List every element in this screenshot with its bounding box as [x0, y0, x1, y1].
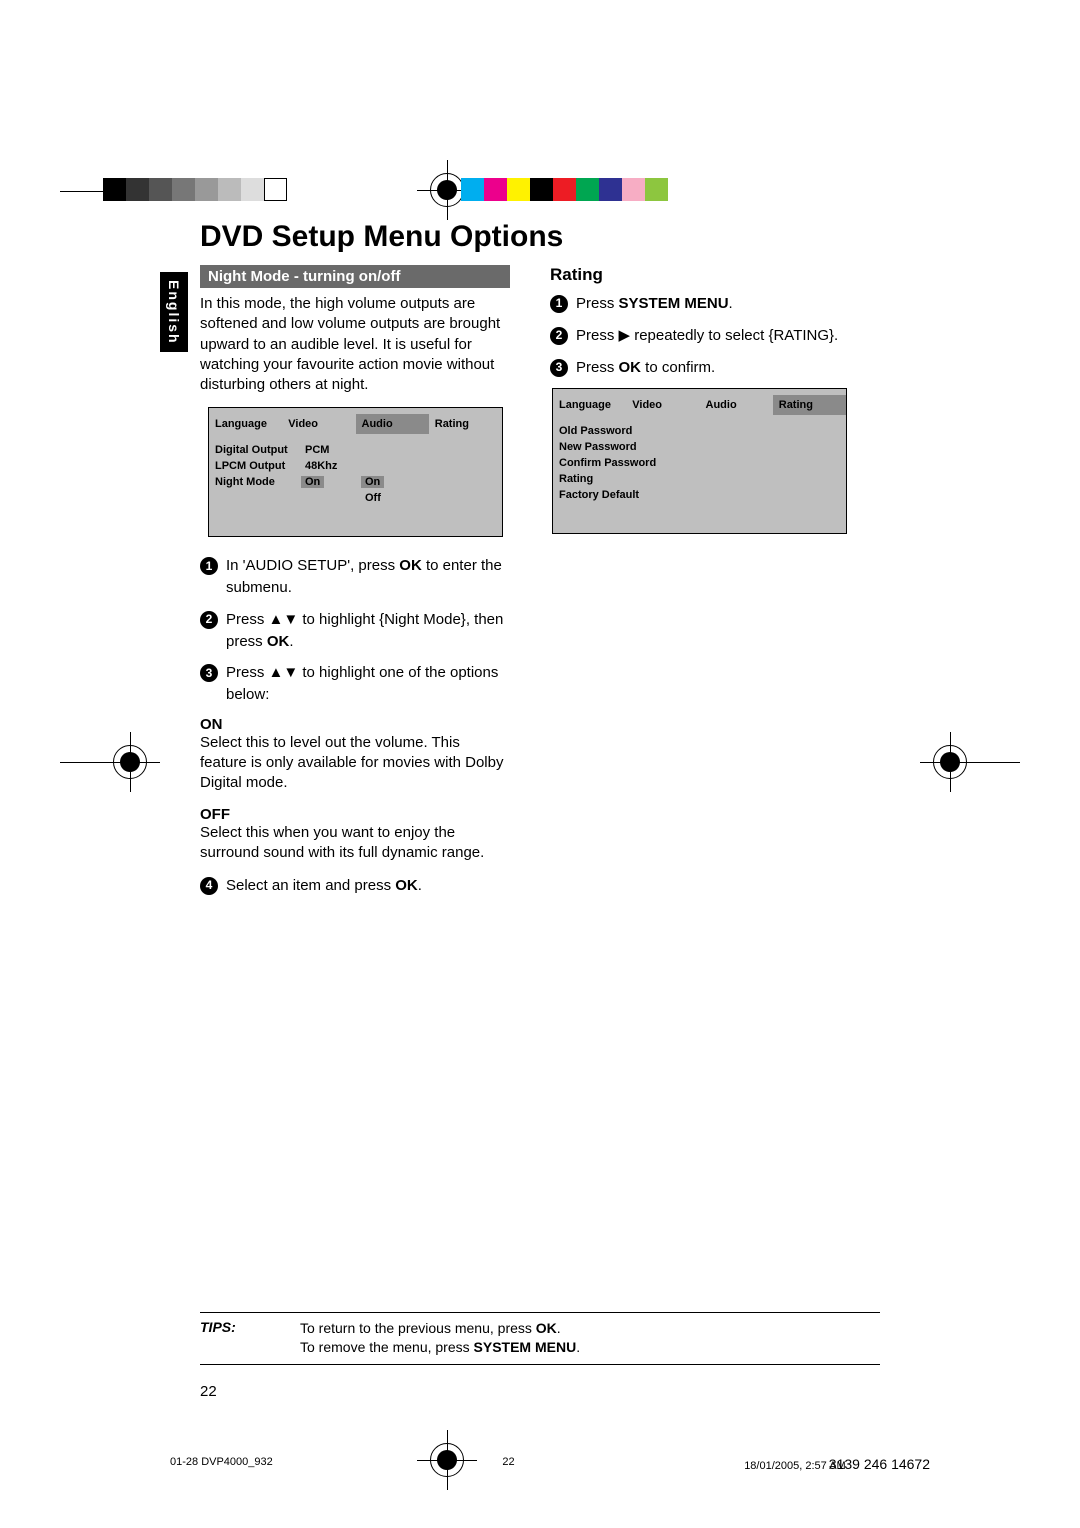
menu-item-label: New Password	[559, 441, 637, 453]
step-number-icon: 2	[550, 327, 568, 345]
step-text: Press ▶ repeatedly to select {RATING}.	[576, 327, 838, 344]
step-number-icon: 4	[200, 877, 218, 895]
step-text: .	[729, 295, 733, 312]
tips-label: TIPS:	[200, 1319, 300, 1358]
menu-tab-highlighted: Audio	[356, 414, 429, 434]
right-steps: 1 Press SYSTEM MENU. 2 Press ▶ repeatedl…	[550, 293, 870, 378]
crop-mark	[970, 762, 1020, 763]
menu-item-value-highlighted: On	[301, 476, 324, 488]
menu-item-label: Confirm Password	[559, 457, 656, 469]
menu-tab: Rating	[429, 414, 502, 434]
step-item: 1 Press SYSTEM MENU.	[550, 293, 870, 315]
step-bold: OK	[395, 877, 418, 894]
tips-text: .	[576, 1339, 580, 1355]
step-bold: SYSTEM MENU	[619, 295, 729, 312]
section-bar-night-mode: Night Mode - turning on/off	[200, 265, 510, 288]
page-title: DVD Setup Menu Options	[200, 220, 563, 254]
menu-tab: Video	[626, 395, 699, 415]
step-text: to confirm.	[641, 359, 715, 376]
step-item: 4 Select an item and press OK.	[200, 875, 510, 897]
step-bold: OK	[399, 557, 422, 574]
footer-info: 01-28 DVP4000_932 22 18/01/2005, 2:57 AM…	[170, 1456, 930, 1472]
step-text: Select an item and press	[226, 877, 395, 894]
option-on-text: Select this to level out the volume. Thi…	[200, 733, 510, 794]
registration-mark-icon	[113, 745, 147, 779]
menu-item-label: Old Password	[559, 425, 632, 437]
menu-item-label: Factory Default	[559, 489, 639, 501]
step-text: .	[289, 633, 293, 650]
option-off-label: OFF	[200, 806, 510, 823]
step-bold: OK	[619, 359, 642, 376]
grayscale-colorbar	[103, 178, 287, 201]
color-colorbar	[461, 178, 668, 201]
step-bold: OK	[267, 633, 290, 650]
step-item: 1 In 'AUDIO SETUP', press OK to enter th…	[200, 555, 510, 599]
step-text: .	[418, 877, 422, 894]
page-number: 22	[200, 1383, 217, 1400]
step-number-icon: 3	[550, 359, 568, 377]
tips-bold: OK	[536, 1320, 557, 1336]
step-item: 2 Press ▲▼ to highlight {Night Mode}, th…	[200, 609, 510, 653]
option-off-text: Select this when you want to enjoy the s…	[200, 823, 510, 864]
step-number-icon: 3	[200, 664, 218, 682]
footer-file: 01-28 DVP4000_932	[170, 1456, 273, 1472]
tips-text: To return to the previous menu, press	[300, 1320, 536, 1336]
option-on-label: ON	[200, 716, 510, 733]
menu-item-label: LPCM Output	[215, 460, 305, 472]
left-column: Night Mode - turning on/off In this mode…	[200, 265, 510, 907]
menu-option: Off	[365, 492, 425, 504]
right-column: Rating 1 Press SYSTEM MENU. 2 Press ▶ re…	[550, 265, 870, 552]
tips-text: .	[557, 1320, 561, 1336]
tips-text: To remove the menu, press	[300, 1339, 474, 1355]
step-number-icon: 1	[200, 557, 218, 575]
step-text: Press ▲▼ to highlight one of the options…	[226, 664, 498, 703]
footer-code: 3139 246 14672	[829, 1456, 930, 1472]
step-number-icon: 1	[550, 295, 568, 313]
step-item: 3 Press OK to confirm.	[550, 357, 870, 379]
rating-heading: Rating	[550, 265, 870, 285]
menu-item-label: Night Mode	[215, 476, 305, 488]
registration-mark-icon	[933, 745, 967, 779]
step-number-icon: 2	[200, 611, 218, 629]
tips-bold: SYSTEM MENU	[474, 1339, 577, 1355]
menu-tab: Language	[209, 414, 282, 434]
menu-item-label: Rating	[559, 473, 593, 485]
menu-option-highlighted: On	[361, 476, 384, 488]
step-text: Press	[576, 295, 619, 312]
menu-item-value: PCM	[305, 444, 365, 456]
menu-item-value: 48Khz	[305, 460, 365, 472]
rating-menu-screenshot: Language Video Audio Rating Old Password…	[552, 388, 847, 534]
menu-tab: Video	[282, 414, 355, 434]
step-item: 2 Press ▶ repeatedly to select {RATING}.	[550, 325, 870, 347]
language-tab: English	[160, 272, 188, 352]
left-steps: 1 In 'AUDIO SETUP', press OK to enter th…	[200, 555, 510, 706]
menu-item-label: Digital Output	[215, 444, 305, 456]
night-mode-intro: In this mode, the high volume outputs ar…	[200, 294, 510, 395]
step-item: 3 Press ▲▼ to highlight one of the optio…	[200, 662, 510, 706]
footer-page: 22	[502, 1456, 514, 1472]
menu-tab: Audio	[700, 395, 773, 415]
manual-page: English DVD Setup Menu Options Night Mod…	[150, 200, 930, 1400]
audio-setup-menu-screenshot: Language Video Audio Rating Digital Outp…	[208, 407, 503, 537]
menu-tab-highlighted: Rating	[773, 395, 846, 415]
tips-box: TIPS: To return to the previous menu, pr…	[200, 1312, 880, 1365]
step-text: In 'AUDIO SETUP', press	[226, 557, 399, 574]
step-text: Press	[576, 359, 619, 376]
menu-tab: Language	[553, 395, 626, 415]
